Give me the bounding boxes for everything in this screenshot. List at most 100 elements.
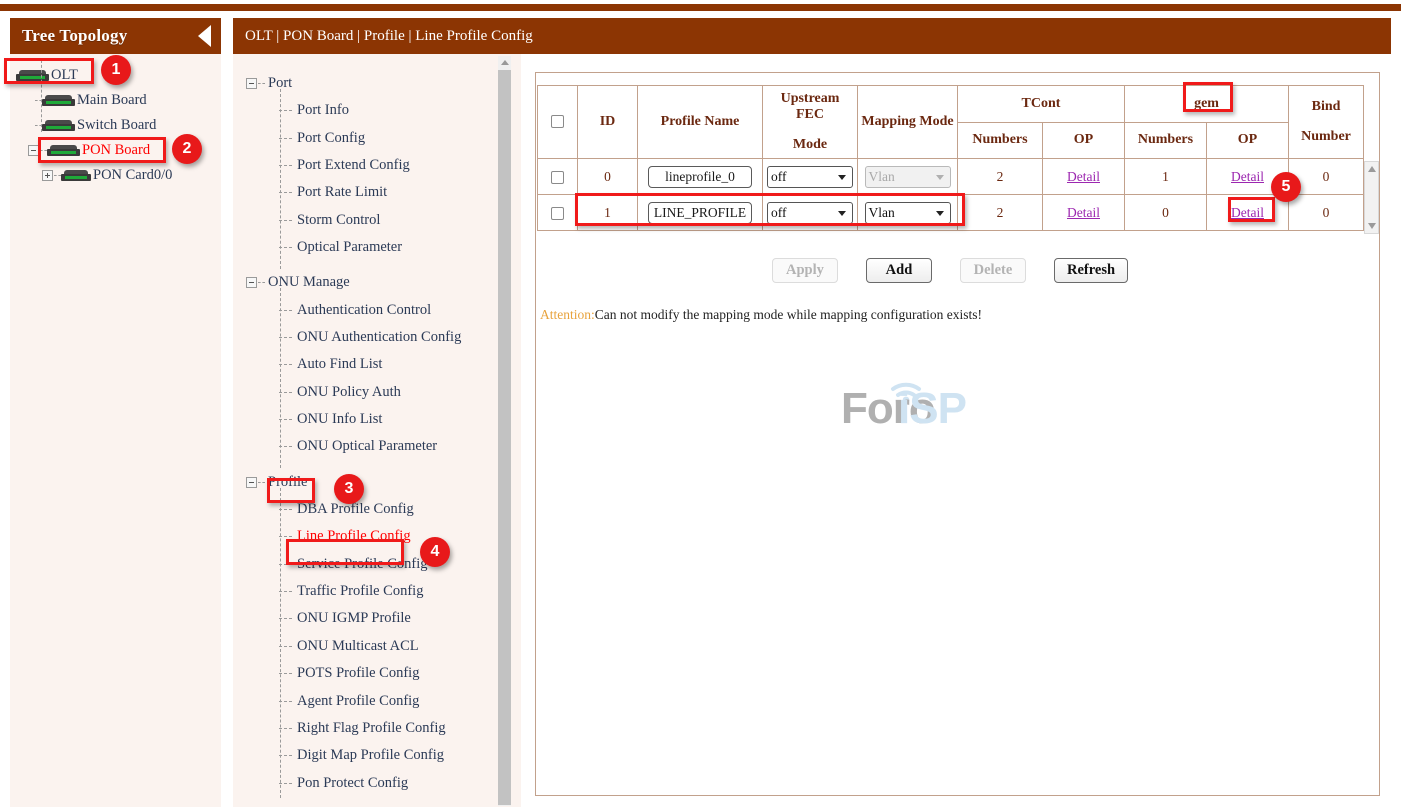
gem-detail-link[interactable]: Detail bbox=[1231, 169, 1264, 184]
nav-scrollbar[interactable] bbox=[498, 56, 511, 806]
collapse-expander-icon[interactable] bbox=[246, 78, 257, 89]
nav-item-label: Authentication Control bbox=[297, 302, 431, 319]
apply-button[interactable]: Apply bbox=[772, 258, 838, 283]
nav-item-label: Agent Profile Config bbox=[297, 693, 419, 710]
nav-item-onu-multicast-acl[interactable]: ONU Multicast ACL bbox=[246, 633, 521, 660]
nav-group-onu-manage[interactable]: ONU Manage bbox=[246, 269, 521, 296]
nav-item-label: Service Profile Config bbox=[297, 556, 427, 573]
column-header-profile-name: Profile Name bbox=[638, 86, 763, 159]
nav-item-label: Port Config bbox=[297, 130, 365, 147]
nav-group-port[interactable]: Port bbox=[246, 70, 521, 97]
foroisp-watermark: Foro iSP bbox=[841, 371, 1021, 433]
device-icon bbox=[47, 145, 80, 156]
profile-name-input[interactable] bbox=[648, 166, 752, 188]
tree-node-pon-card-0-0[interactable]: PON Card0/0 bbox=[10, 163, 221, 188]
nav-item-label: Optical Parameter bbox=[297, 239, 402, 256]
scroll-up-icon[interactable] bbox=[501, 60, 509, 65]
nav-item-digit-map-profile-config[interactable]: Digit Map Profile Config bbox=[246, 742, 521, 769]
device-icon bbox=[42, 120, 75, 131]
cell-tcont-op: Detail bbox=[1043, 159, 1125, 195]
nav-item-line-profile-config[interactable]: Line Profile Config bbox=[246, 523, 521, 550]
bind-line2: Number bbox=[1291, 129, 1361, 145]
table-scrollbar[interactable] bbox=[1364, 161, 1379, 234]
nav-item-pon-protect-config[interactable]: Pon Protect Config bbox=[246, 770, 521, 797]
nav-item-right-flag-profile-config[interactable]: Right Flag Profile Config bbox=[246, 715, 521, 742]
device-icon bbox=[42, 95, 75, 106]
breadcrumb-text: OLT | PON Board | Profile | Line Profile… bbox=[245, 28, 533, 45]
settings-nav-list: Port Port Info Port Config Port Extend C… bbox=[233, 54, 521, 797]
tree-node-pon-board[interactable]: PON Board bbox=[10, 138, 221, 163]
upstream-fec-mode-select[interactable]: off bbox=[767, 166, 853, 188]
add-button[interactable]: Add bbox=[866, 258, 932, 283]
nav-item-port-rate-limit[interactable]: Port Rate Limit bbox=[246, 179, 521, 206]
table-header-row-top: ID Profile Name Upstream FEC Mode Mappin… bbox=[538, 86, 1364, 123]
nav-item-dba-profile-config[interactable]: DBA Profile Config bbox=[246, 496, 521, 523]
nav-scrollbar-thumb[interactable] bbox=[498, 70, 511, 805]
nav-item-traffic-profile-config[interactable]: Traffic Profile Config bbox=[246, 578, 521, 605]
triangle-left-icon[interactable] bbox=[198, 25, 211, 47]
nav-item-authentication-control[interactable]: Authentication Control bbox=[246, 296, 521, 323]
table-row: 1 off Vlan bbox=[538, 195, 1364, 231]
nav-group-label: Profile bbox=[268, 474, 307, 491]
tcont-detail-link[interactable]: Detail bbox=[1067, 205, 1100, 220]
row-select-cell bbox=[538, 159, 578, 195]
column-header-gem-op: OP bbox=[1207, 122, 1289, 159]
tree-node-label: Switch Board bbox=[77, 117, 156, 134]
delete-button[interactable]: Delete bbox=[960, 258, 1026, 283]
nav-item-onu-policy-auth[interactable]: ONU Policy Auth bbox=[246, 379, 521, 406]
nav-item-service-profile-config[interactable]: Service Profile Config bbox=[246, 550, 521, 577]
profile-name-input[interactable] bbox=[648, 202, 752, 224]
select-all-checkbox[interactable] bbox=[551, 115, 564, 128]
nav-group-profile[interactable]: Profile bbox=[246, 469, 521, 496]
upstream-fec-mode-select[interactable]: off bbox=[767, 202, 853, 224]
gem-detail-link-row-1[interactable]: Detail bbox=[1231, 205, 1264, 220]
cell-id: 1 bbox=[578, 195, 638, 231]
nav-item-storm-control[interactable]: Storm Control bbox=[246, 207, 521, 234]
nav-item-onu-optical-parameter[interactable]: ONU Optical Parameter bbox=[246, 433, 521, 460]
line-profile-table: ID Profile Name Upstream FEC Mode Mappin… bbox=[537, 85, 1364, 231]
attention-message: Attention:Can not modify the mapping mod… bbox=[540, 307, 982, 323]
cell-bind-number: 0 bbox=[1289, 159, 1364, 195]
column-header-id: ID bbox=[578, 86, 638, 159]
scroll-up-icon[interactable] bbox=[1368, 166, 1376, 172]
nav-item-label: Port Rate Limit bbox=[297, 184, 387, 201]
refresh-button[interactable]: Refresh bbox=[1054, 258, 1128, 283]
tree-topology-panel: Tree Topology OLT Main Board bbox=[10, 18, 221, 807]
mapping-mode-value: Vlan bbox=[869, 205, 895, 221]
nav-item-auto-find-list[interactable]: Auto Find List bbox=[246, 351, 521, 378]
row-checkbox[interactable] bbox=[551, 171, 564, 184]
tree-node-label: PON Card0/0 bbox=[93, 167, 172, 184]
mapping-mode-select[interactable]: Vlan bbox=[865, 202, 951, 224]
nav-item-label: ONU Policy Auth bbox=[297, 384, 401, 401]
content-area: Port Port Info Port Config Port Extend C… bbox=[233, 54, 1391, 807]
nav-item-port-extend-config[interactable]: Port Extend Config bbox=[246, 152, 521, 179]
tree-node-label: OLT bbox=[51, 67, 78, 84]
nav-item-optical-parameter[interactable]: Optical Parameter bbox=[246, 234, 521, 261]
cell-tcont-numbers: 2 bbox=[958, 195, 1043, 231]
nav-item-pots-profile-config[interactable]: POTS Profile Config bbox=[246, 660, 521, 687]
collapse-expander-icon[interactable] bbox=[28, 145, 39, 156]
collapse-expander-icon[interactable] bbox=[246, 277, 257, 288]
expand-expander-icon[interactable] bbox=[42, 170, 53, 181]
nav-item-label: Traffic Profile Config bbox=[297, 583, 423, 600]
nav-item-agent-profile-config[interactable]: Agent Profile Config bbox=[246, 687, 521, 714]
nav-item-onu-info-list[interactable]: ONU Info List bbox=[246, 406, 521, 433]
upstream-fec-mode-value: off bbox=[771, 169, 787, 185]
nav-item-port-config[interactable]: Port Config bbox=[246, 124, 521, 151]
table-row: 0 off Vlan bbox=[538, 159, 1364, 195]
nav-item-port-info[interactable]: Port Info bbox=[246, 97, 521, 124]
tcont-detail-link[interactable]: Detail bbox=[1067, 169, 1100, 184]
row-checkbox[interactable] bbox=[551, 207, 564, 220]
nav-item-onu-igmp-profile[interactable]: ONU IGMP Profile bbox=[246, 605, 521, 632]
upstream-fec-line2: Mode bbox=[765, 137, 855, 153]
column-header-gem-numbers: Numbers bbox=[1125, 122, 1207, 159]
device-icon bbox=[61, 170, 91, 181]
tree-connector-line bbox=[41, 60, 42, 132]
column-header-tcont-numbers: Numbers bbox=[958, 122, 1043, 159]
nav-item-label: DBA Profile Config bbox=[297, 501, 414, 518]
action-button-row: Apply Add Delete Refresh bbox=[537, 258, 1363, 283]
nav-item-label: Pon Protect Config bbox=[297, 775, 408, 792]
collapse-expander-icon[interactable] bbox=[246, 477, 257, 488]
scroll-down-icon[interactable] bbox=[1368, 223, 1376, 229]
nav-item-onu-authentication-config[interactable]: ONU Authentication Config bbox=[246, 324, 521, 351]
